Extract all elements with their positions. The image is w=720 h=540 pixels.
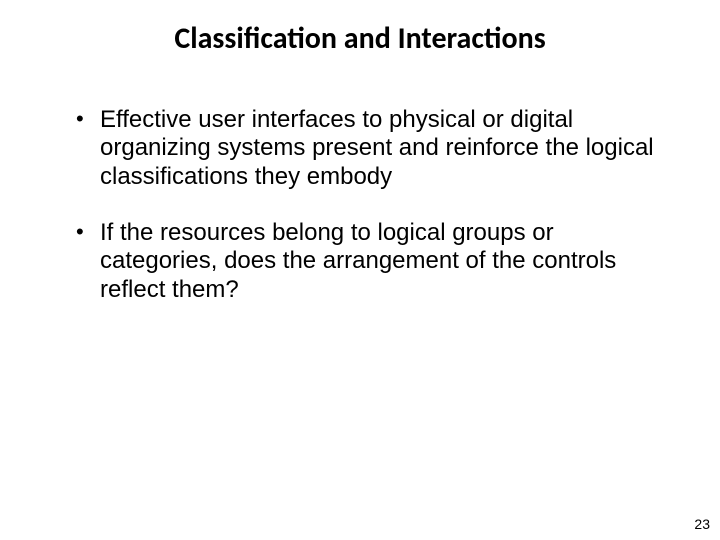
- bullet-item: If the resources belong to logical group…: [70, 219, 660, 304]
- slide: Classification and Interactions Effectiv…: [0, 0, 720, 540]
- slide-title: Classification and Interactions: [0, 20, 720, 57]
- bullet-list: Effective user interfaces to physical or…: [70, 106, 660, 304]
- bullet-item: Effective user interfaces to physical or…: [70, 106, 660, 191]
- page-number: 23: [694, 516, 710, 532]
- slide-body: Effective user interfaces to physical or…: [70, 106, 660, 332]
